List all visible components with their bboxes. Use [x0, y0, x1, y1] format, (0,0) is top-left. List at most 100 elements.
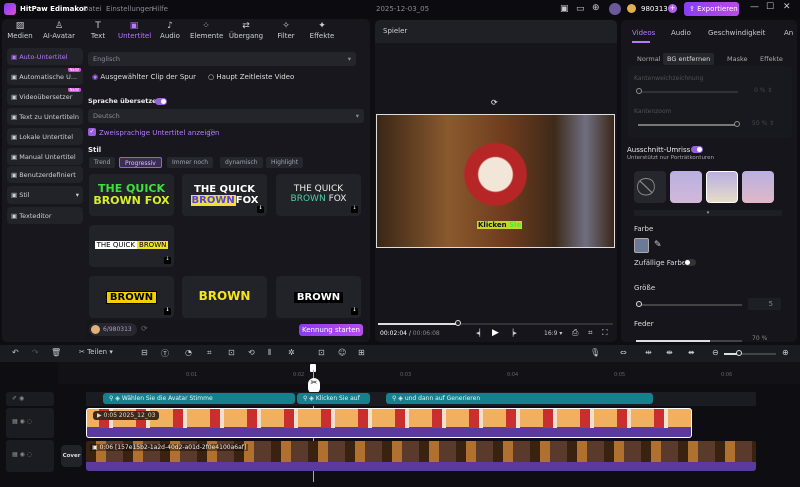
cover-button[interactable]: Cover [61, 445, 82, 467]
download-icon[interactable]: ⊕ [592, 3, 600, 13]
sidebar-item[interactable]: ▣ Videoübersetzer NEW [7, 88, 83, 105]
sidebar-item[interactable]: ▣ Automatische U... NEW [7, 68, 83, 85]
language-dropdown[interactable]: Englisch ▾ [88, 52, 356, 66]
mirror-icon[interactable]: ⫴ [268, 348, 271, 358]
undo-icon[interactable]: ↶ [12, 348, 19, 357]
outline-preset-selected[interactable] [706, 171, 738, 203]
edge-zoom-value[interactable]: 50 % ⇕ [752, 120, 774, 127]
fit-icon[interactable]: ⬌ [688, 348, 695, 357]
slider-knob[interactable] [636, 88, 642, 94]
export-button[interactable]: ⇪ Exportieren [684, 2, 739, 16]
extract-icon[interactable]: ⊡ [318, 348, 325, 357]
outline-toggle[interactable] [691, 146, 703, 153]
color-swatch[interactable] [634, 238, 649, 253]
crop-tool-icon[interactable]: ⌗ [207, 348, 212, 358]
zoom-slider[interactable] [724, 353, 776, 355]
style-tab[interactable]: Highlight [266, 157, 304, 168]
property-subtab[interactable]: Maske [723, 53, 752, 65]
minimize-icon[interactable]: — [750, 2, 759, 12]
property-subtab[interactable]: Effekte [756, 53, 787, 65]
tab-effekte[interactable]: ✦ Effekte [306, 19, 338, 43]
translate-toggle[interactable] [155, 98, 167, 105]
no-outline-icon[interactable]: ⃠ [634, 171, 666, 203]
download-icon[interactable]: ↓ [164, 307, 171, 315]
link-icon[interactable]: ⇔ [620, 348, 627, 357]
snapshot-icon[interactable]: ⎙ [572, 328, 578, 338]
main-video-clip[interactable]: ▣ 0:06 [157e15b2-1a2d-40d2-a01d-2f0e4100… [86, 441, 756, 471]
zoom-in-icon[interactable]: ⊕ [782, 348, 789, 357]
sidebar-item[interactable]: ▣ Benutzerdefiniert [7, 166, 83, 183]
speed-icon[interactable]: ◔ [185, 348, 192, 357]
style-tab[interactable]: Progressiv [119, 157, 162, 168]
download-icon[interactable]: ↓ [351, 307, 358, 315]
next-frame-icon[interactable]: ▕▸ [508, 329, 517, 337]
edge-zoom-slider[interactable] [638, 124, 738, 126]
close-icon[interactable]: ✕ [783, 2, 791, 12]
download-icon[interactable]: ↓ [351, 205, 358, 213]
feather-value[interactable]: 70 % [752, 335, 767, 342]
prev-frame-icon[interactable]: ◂▏ [476, 329, 485, 337]
outline-preset[interactable] [742, 171, 774, 203]
property-subtab[interactable]: Normal [633, 53, 665, 65]
microphone-icon[interactable]: 🎙 [590, 348, 600, 357]
tab-audio[interactable]: ♪ Audio [154, 19, 186, 43]
mute-icon[interactable]: ◌ [27, 451, 32, 458]
feedback-icon[interactable]: ▭ [576, 4, 585, 14]
menu-datei[interactable]: Datei [83, 5, 102, 13]
refresh-icon[interactable]: ⟳ [141, 324, 148, 333]
start-recognition-button[interactable]: Kennung starten [299, 324, 363, 336]
preset-card[interactable]: THE QUICK BROWN FOX ↓ [276, 174, 361, 216]
play-icon[interactable]: ▶ [492, 328, 499, 338]
caption-clip[interactable]: ⚲ ◈ und dann auf Generieren [386, 393, 653, 404]
resize-icon[interactable]: ⊡ [228, 348, 235, 357]
preset-card[interactable]: THE QUICK BROWNFOX ↓ [182, 174, 267, 216]
tab-ai-avatar[interactable]: ♙ AI-Avatar [40, 19, 78, 43]
visibility-icon[interactable]: ◉ [20, 418, 25, 425]
film-icon[interactable]: ▦ [12, 451, 18, 458]
slider-knob[interactable] [734, 121, 740, 127]
edge-soft-value[interactable]: 0 % ⇕ [754, 87, 772, 94]
preset-card[interactable]: BROWN [182, 276, 267, 318]
size-input[interactable]: 5 [748, 298, 781, 310]
sidebar-item[interactable]: ▣ Texteditor [7, 207, 83, 224]
size-slider[interactable] [636, 304, 742, 306]
property-tab[interactable]: Geschwindigkeit [708, 29, 765, 37]
bilingual-checkbox[interactable]: ✓ [88, 128, 96, 136]
avatar[interactable] [609, 3, 621, 15]
tab-elemente[interactable]: ⁘ Elemente [190, 19, 223, 43]
split-audio-icon[interactable]: ⇼ [666, 348, 673, 357]
radio-selected-clip[interactable]: ◉ Ausgewählter Clip der Spur [92, 73, 196, 81]
add-credits-button[interactable]: + [668, 4, 677, 13]
face-icon[interactable]: ☺ [338, 348, 346, 357]
property-tab[interactable]: Videos [632, 29, 655, 37]
style-tab[interactable]: dynamisch [220, 157, 263, 168]
mute-icon[interactable]: ◌ [27, 418, 32, 425]
tab-filter[interactable]: ✧ Filter [270, 19, 302, 43]
zoom-knob[interactable] [736, 350, 742, 356]
edit-icon[interactable]: ✐ [12, 395, 17, 402]
caption-clip[interactable]: ⚲ ◈ Klicken Sie auf [297, 393, 370, 404]
tab-übergang[interactable]: ⇄ Übergang [226, 19, 266, 43]
menu-einstellungen[interactable]: Einstellungen [106, 5, 153, 13]
tab-text[interactable]: T Text [82, 19, 114, 43]
maximize-icon[interactable]: ☐ [766, 2, 774, 12]
replay-icon[interactable]: ⟲ [248, 348, 255, 357]
download-icon[interactable]: ↓ [257, 205, 264, 213]
radio-main-timeline[interactable]: ○ Haupt Zeitleiste Video [208, 73, 294, 81]
sidebar-item[interactable]: ▣ Lokale Untertitel [7, 128, 83, 145]
style-tab[interactable]: Immer noch [167, 157, 214, 168]
outline-preset[interactable] [670, 171, 702, 203]
slider-knob[interactable] [636, 301, 642, 307]
playback-progress[interactable] [378, 323, 613, 325]
split-button[interactable]: ✂ Teilen ▾ [79, 348, 113, 356]
style-tab[interactable]: Trend [89, 157, 116, 168]
visibility-icon[interactable]: ◉ [20, 451, 25, 458]
snap-icon[interactable]: ⇹ [645, 348, 652, 357]
edge-soft-slider[interactable] [638, 91, 738, 93]
aspect-ratio-select[interactable]: 16:9 ▾ [544, 330, 562, 337]
random-color-toggle[interactable] [684, 259, 696, 266]
freeze-icon[interactable]: ✲ [288, 348, 295, 357]
preset-card[interactable]: THE QUICK BROWN ↓ [89, 225, 174, 267]
crop-icon[interactable]: ⌗ [588, 328, 593, 338]
property-tab[interactable]: Audio [671, 29, 691, 37]
